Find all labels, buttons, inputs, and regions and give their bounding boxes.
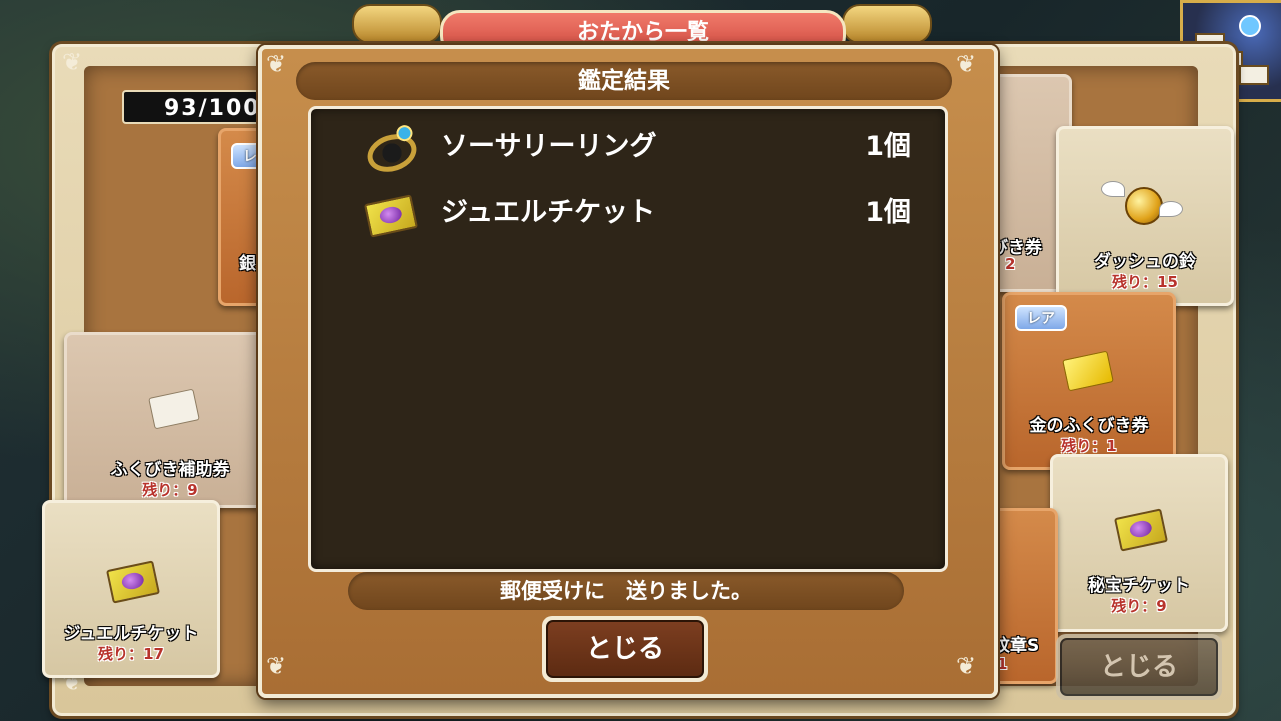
item-card-name: 秘宝チケット (1088, 576, 1190, 596)
corner-ornament-icon: ❦ (266, 652, 287, 680)
list-item: ソーサリーリング 1個 (311, 123, 945, 178)
dash-bell-icon (1125, 187, 1163, 225)
result-item-quantity: 1個 (865, 197, 911, 228)
item-card-remaining: 残り：17 (98, 645, 164, 663)
item-card[interactable]: ダッシュの鈴 残り：15 (1056, 126, 1234, 306)
result-item-name: ソーサリーリング (441, 131, 657, 162)
ring-icon (362, 128, 422, 178)
dialog-title: 鑑定結果 (296, 62, 952, 100)
item-card-remaining: 残り：9 (1111, 597, 1167, 615)
window-pane-icon (1239, 65, 1269, 85)
assist-ticket-icon (148, 388, 200, 430)
item-card-remaining: 残り：9 (142, 481, 198, 499)
item-card[interactable]: ふくびき補助券 残り：9 (64, 332, 276, 508)
item-card[interactable]: 秘宝チケット 残り：9 (1050, 454, 1228, 632)
close-button[interactable]: とじる (542, 616, 708, 682)
corner-ornament-icon: ❦ (62, 48, 83, 76)
wing-icon (1101, 181, 1125, 197)
item-card-remaining: 残り：1 (1061, 437, 1117, 455)
gold-lottery-ticket-icon (1062, 350, 1114, 392)
item-card-name: ジュエルチケット (63, 624, 199, 644)
banner-scroll-left (352, 4, 442, 44)
gem-icon (1239, 15, 1261, 37)
background-close-button[interactable]: とじる (1056, 634, 1222, 700)
corner-ornament-icon: ❦ (266, 50, 287, 78)
item-card-name: 金のふくびき券 (1029, 416, 1149, 436)
result-item-quantity: 1個 (865, 131, 911, 162)
item-card[interactable]: ジュエルチケット 残り：17 (42, 500, 220, 678)
inventory-counter: 93/100 (122, 90, 272, 124)
treasure-ticket-icon (1113, 508, 1169, 552)
item-card[interactable]: レア 金のふくびき券 残り：1 (1002, 292, 1176, 470)
banner-scroll-right (842, 4, 932, 44)
item-card-remaining: 残り：15 (1112, 273, 1178, 291)
corner-ornament-icon: ❦ (956, 652, 977, 680)
close-button-label: とじる (546, 620, 704, 678)
wing-icon (1159, 201, 1183, 217)
rare-badge: レア (1015, 305, 1067, 331)
item-card-name: ふくびき補助券 (110, 460, 230, 480)
jewel-ticket-icon (105, 560, 161, 604)
result-list: ソーサリーリング 1個 ジュエルチケット 1個 (308, 106, 948, 572)
mailbox-message: 郵便受けに 送りました。 (348, 572, 904, 610)
list-item: ジュエルチケット 1個 (311, 189, 945, 239)
jewel-ticket-icon (363, 194, 419, 238)
result-item-name: ジュエルチケット (441, 197, 656, 228)
corner-ornament-icon: ❦ (956, 50, 977, 78)
item-card-name: ダッシュの鈴 (1094, 252, 1196, 272)
